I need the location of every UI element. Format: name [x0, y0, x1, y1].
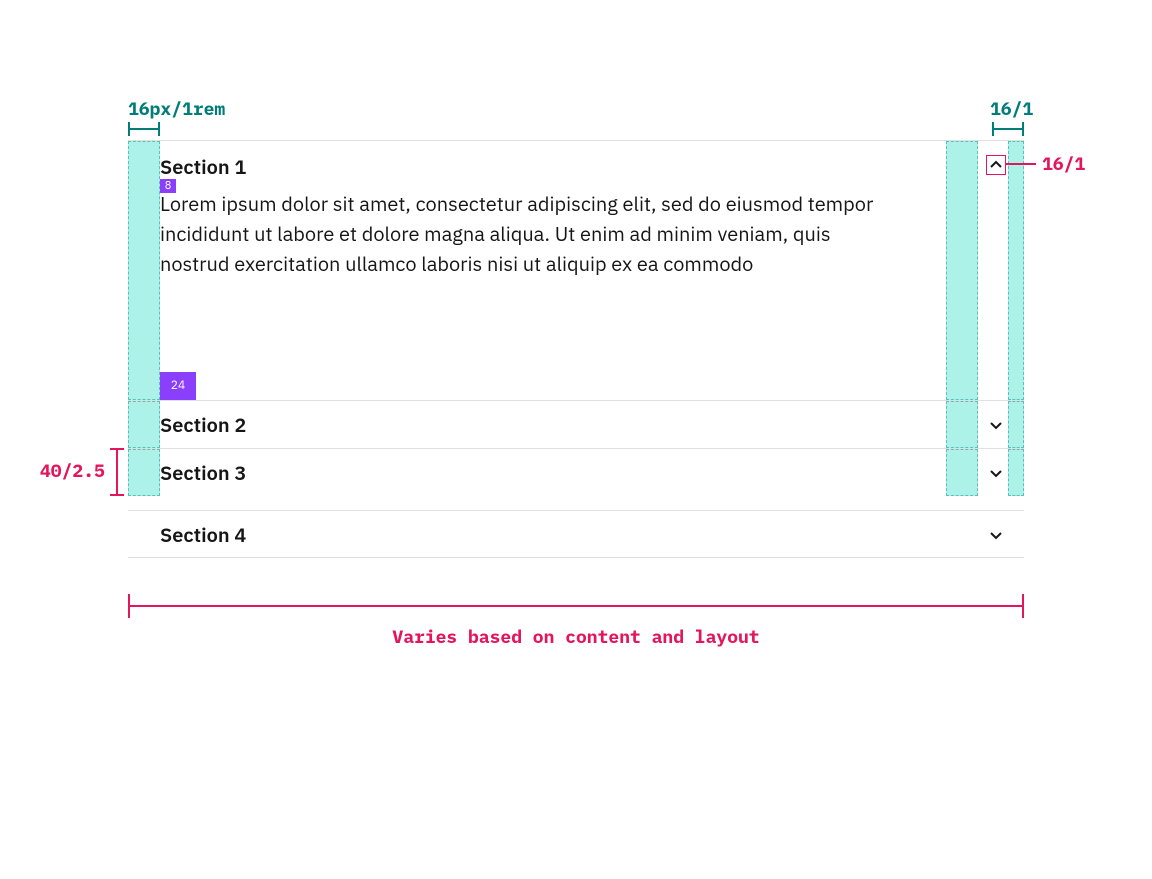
dim-label-width-note: Varies based on content and layout: [0, 628, 1152, 646]
row-title-text: Section 4: [160, 511, 246, 559]
dim-label-gutter-left: 16px/1rem: [128, 100, 225, 118]
dim-label-chevron: 16/1: [1042, 155, 1085, 173]
row-title[interactable]: Section 1: [128, 153, 1024, 181]
chevron-up-icon[interactable]: [986, 155, 1006, 175]
canvas: Section 1 Lorem ipsum dolor sit amet, co…: [0, 0, 1152, 879]
chevron-up-svg: [988, 157, 1004, 173]
spacing-chip-24: 24: [160, 372, 196, 400]
row-title-text: Section 3: [160, 449, 246, 497]
accordion-spec: Section 1 Lorem ipsum dolor sit amet, co…: [128, 140, 1024, 558]
accordion-row-4[interactable]: Section 4: [128, 510, 1024, 558]
dim-label-gutter-right: 16/1: [990, 100, 1033, 118]
chevron-down-icon[interactable]: [986, 415, 1006, 435]
ibeam-gutter-left: [128, 122, 160, 136]
chevron-down-icon[interactable]: [986, 463, 1006, 483]
row-title-text: Section 1: [160, 153, 246, 181]
chevron-down-icon[interactable]: [986, 525, 1006, 545]
ibeam-row-height: [110, 448, 124, 496]
span-arrow-width: [128, 600, 1024, 612]
accordion-row-3[interactable]: Section 3: [128, 448, 1024, 496]
accordion-row-2[interactable]: Section 2: [128, 400, 1024, 448]
row-title-text: Section 2: [160, 401, 246, 449]
dim-label-row-height: 40/2.5: [40, 462, 105, 480]
accordion-row-1: Section 1 Lorem ipsum dolor sit amet, co…: [128, 140, 1024, 400]
row-body: Lorem ipsum dolor sit amet, consectetur …: [128, 181, 1024, 279]
ibeam-gutter-right: [992, 122, 1024, 136]
